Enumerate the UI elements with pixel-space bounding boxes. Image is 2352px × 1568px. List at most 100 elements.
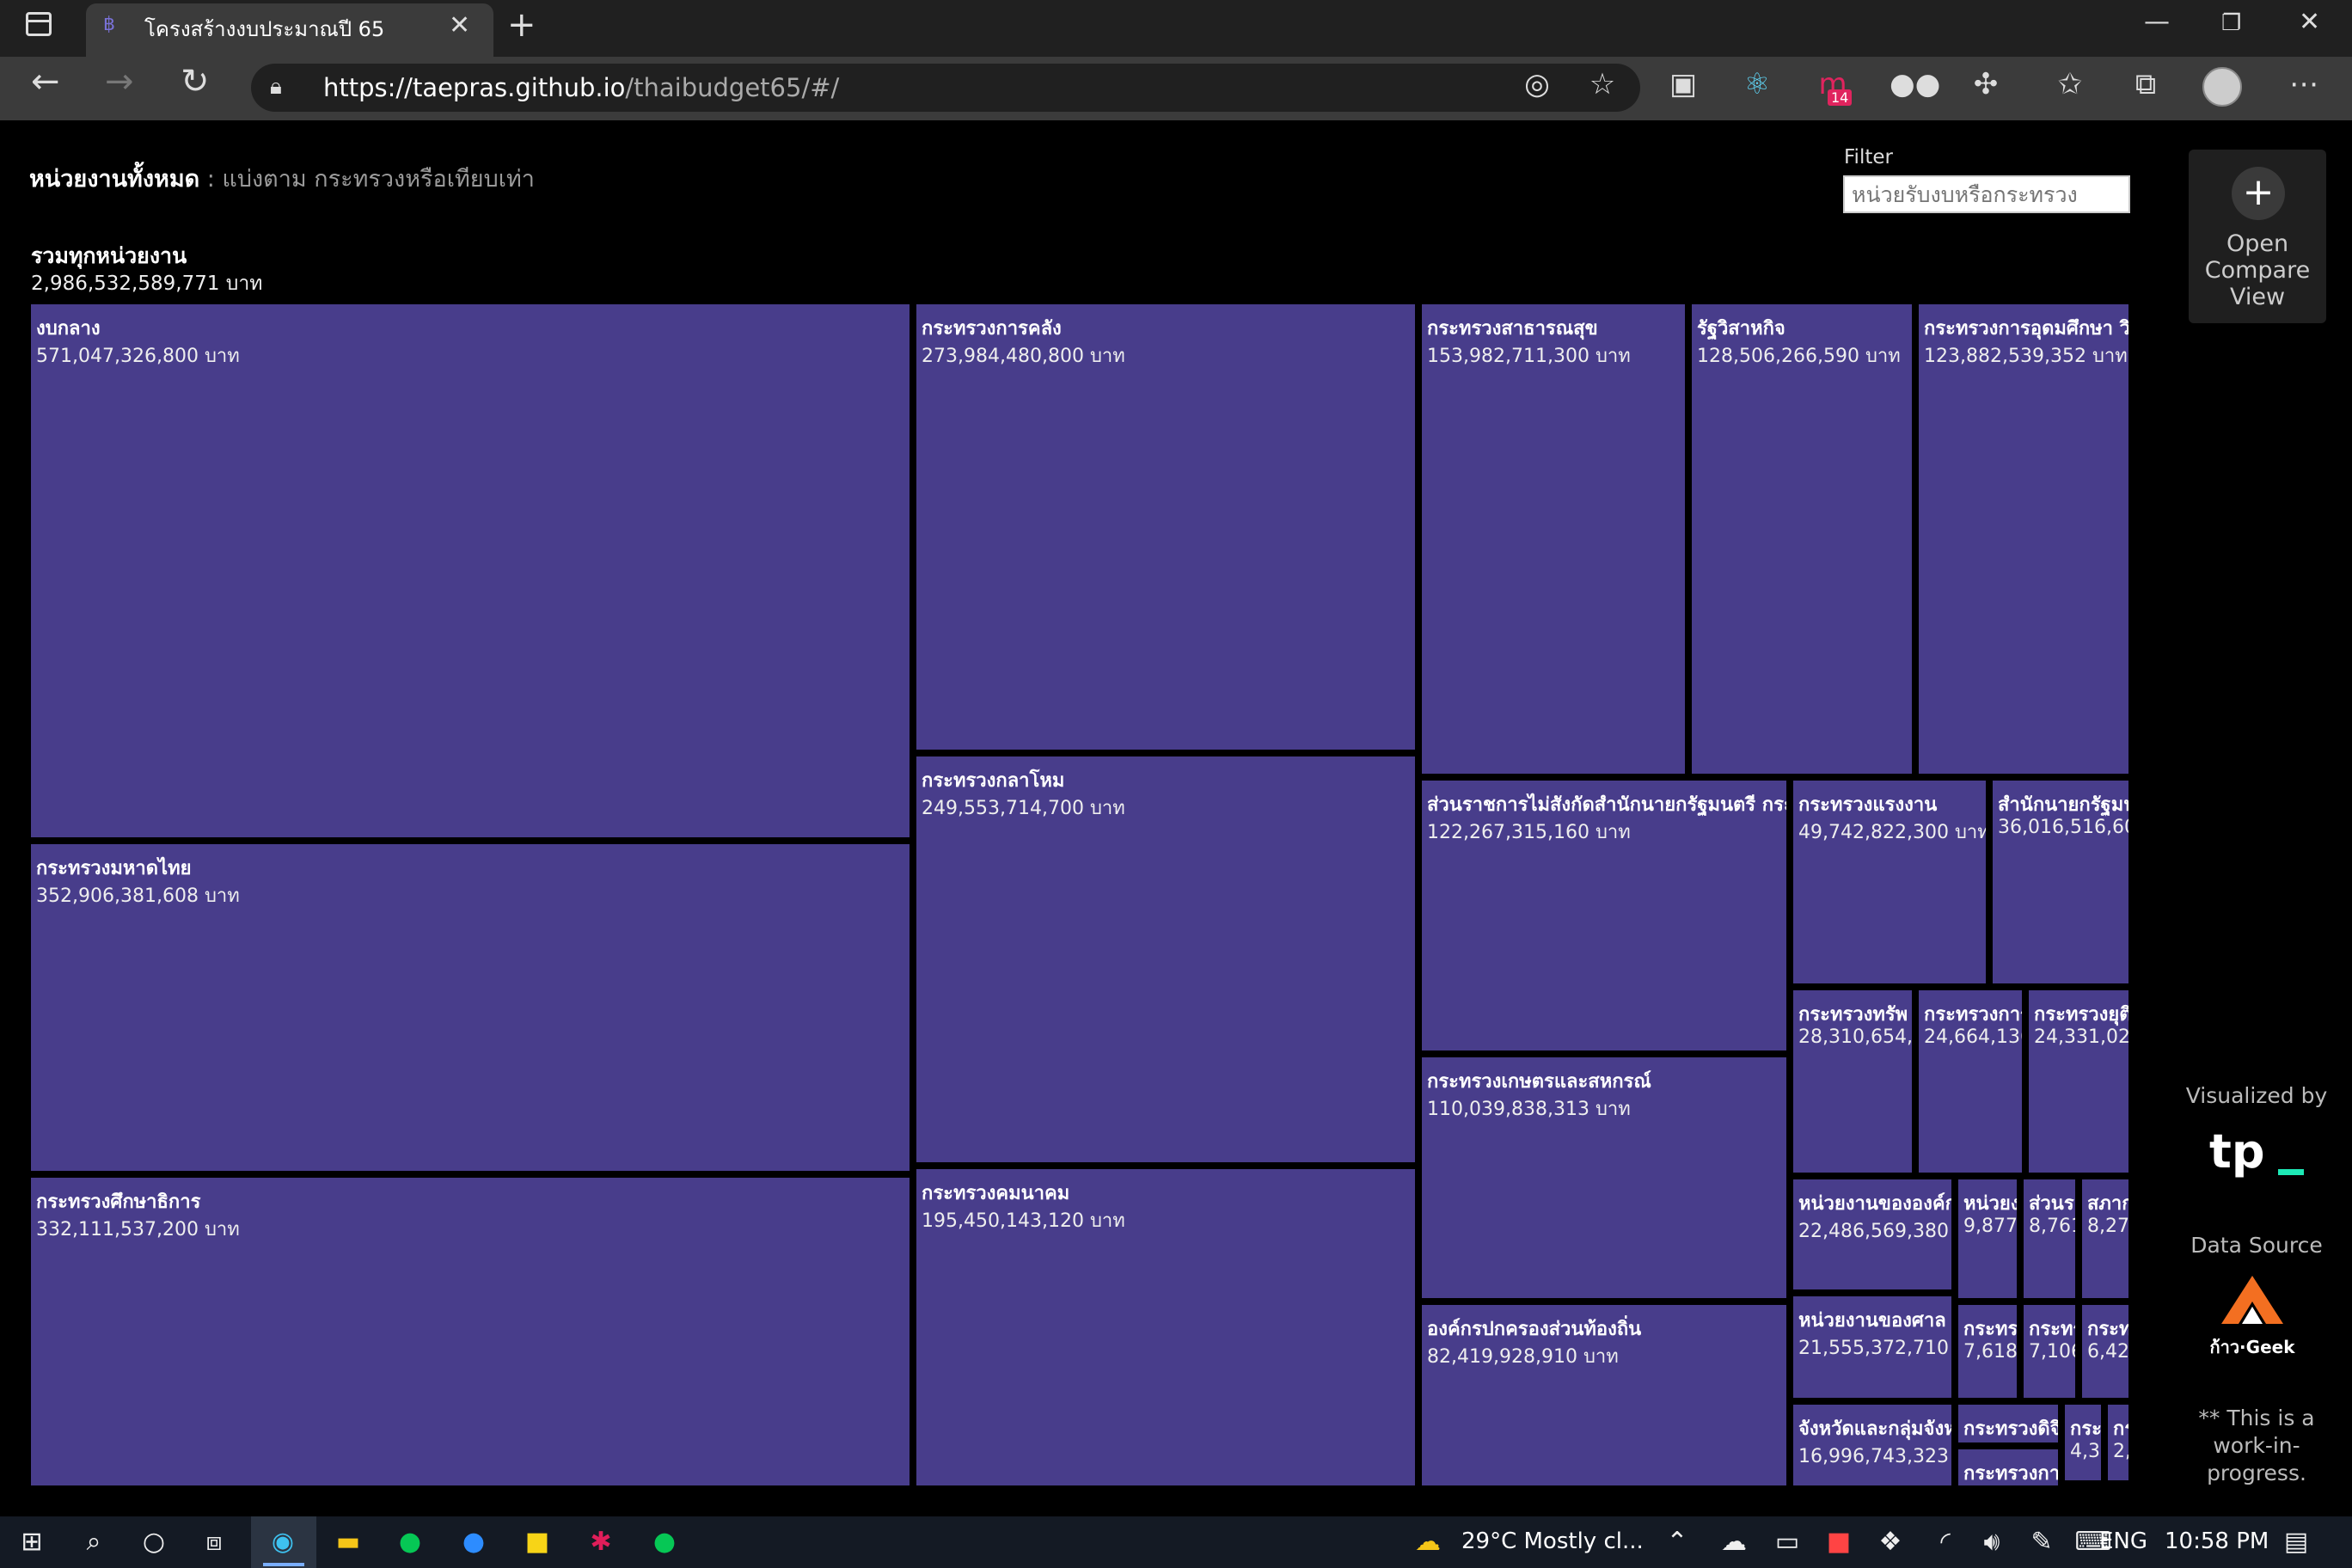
cell-amount: 82,419,928,910 บาท xyxy=(1427,1346,1619,1368)
treemap-cell[interactable]: กระทรวงกา xyxy=(1958,1449,2058,1485)
lock-icon[interactable]: 🔒︎ xyxy=(270,74,282,101)
slack-app-icon[interactable]: ✱ xyxy=(579,1523,622,1561)
restore-icon[interactable]: ❐ xyxy=(2221,10,2241,36)
windows-start-icon[interactable]: ⊞ xyxy=(10,1523,53,1561)
language-indicator[interactable]: ENG xyxy=(2099,1528,2147,1554)
cell-amount: 9,877, xyxy=(1963,1216,2017,1237)
plus-icon[interactable]: + xyxy=(2232,167,2285,220)
onedrive-warning-icon[interactable]: ☁ xyxy=(1712,1523,1755,1561)
treemap-cell[interactable]: ส่วนร8,761 xyxy=(2024,1179,2075,1298)
new-tab-icon[interactable]: + xyxy=(507,5,536,45)
filter-input[interactable] xyxy=(1843,175,2130,213)
treemap-cell[interactable]: หน่วยง9,877, xyxy=(1958,1179,2017,1298)
cell-name: กระทรวงศึกษาธิการ xyxy=(36,1191,201,1213)
active-app-indicator xyxy=(263,1563,304,1566)
cell-name: หน่วยงานของศาล xyxy=(1798,1310,1946,1332)
treemap-cell[interactable]: กระทรวงดิจิ xyxy=(1958,1405,2058,1442)
cell-name: งบกลาง xyxy=(36,318,101,340)
show-hidden-icons-icon[interactable]: ⌃ xyxy=(1656,1523,1699,1561)
wifi-icon[interactable]: ◜ xyxy=(1924,1523,1967,1561)
line-app-icon-2[interactable]: ● xyxy=(643,1523,686,1561)
svg-text:tp: tp xyxy=(2209,1126,2264,1179)
cell-amount: 2,7 xyxy=(2113,1441,2128,1462)
back-icon[interactable]: ← xyxy=(31,62,60,101)
cell-amount: 8,761 xyxy=(2029,1216,2075,1237)
cell-name: องค์กรปกครองส่วนท้องถิ่น xyxy=(1427,1319,1642,1340)
treemap-cell[interactable]: กระทรวงแรงงาน 49,742,822,300 บาท xyxy=(1793,781,1986,983)
treemap-cell[interactable]: กระเ4,38 xyxy=(2065,1405,2101,1480)
treemap-cell[interactable]: กระทรวงศึกษาธิการ 332,111,537,200 บาท xyxy=(31,1178,910,1485)
treemap-cell[interactable]: กระทรวงทรัพ28,310,654,2 xyxy=(1793,990,1912,1173)
minimize-icon[interactable]: — xyxy=(2144,7,2170,37)
add-favorite-icon[interactable]: ☆ xyxy=(1583,67,1621,101)
cell-name: กระทรวงคมนาคม xyxy=(922,1183,1070,1204)
task-view-icon[interactable]: ⧈ xyxy=(193,1523,236,1561)
profile-avatar[interactable] xyxy=(2202,67,2242,107)
window-close-icon[interactable]: ✕ xyxy=(2299,7,2320,37)
refresh-icon[interactable]: ↻ xyxy=(181,62,210,101)
treemap-cell[interactable]: กร2,7 xyxy=(2108,1405,2128,1480)
treemap-cell[interactable]: กระทรวงมหาดไทย 352,906,381,608 บาท xyxy=(31,844,910,1171)
treemap-cell[interactable]: กระทรวงเกษตรและสหกรณ์ 110,039,838,313 บาท xyxy=(1422,1057,1786,1298)
file-explorer-icon[interactable]: ▬ xyxy=(327,1523,370,1561)
treemap-cell[interactable]: กระท6,429 xyxy=(2082,1305,2128,1398)
glasses-extension-icon[interactable]: ●● xyxy=(1890,67,1940,101)
cell-amount: 273,984,480,800 บาท xyxy=(922,346,1125,367)
battery-icon[interactable]: ▭ xyxy=(1766,1523,1809,1561)
sticky-notes-icon[interactable]: ■ xyxy=(516,1523,559,1561)
treemap-cell[interactable]: กระทรวงการ24,664,136, xyxy=(1919,990,2022,1173)
cortana-icon[interactable]: ○ xyxy=(132,1523,175,1561)
treemap-cell[interactable]: สำนักนายกรัฐมน36,016,516,600 xyxy=(1993,781,2128,983)
treemap-cell[interactable]: งบกลาง 571,047,326,800 บาท xyxy=(31,304,910,837)
cell-amount: 22,486,569,380 บ xyxy=(1798,1221,1951,1242)
treemap-cell[interactable]: กระทรวงการคลัง 273,984,480,800 บาท xyxy=(916,304,1415,750)
treemap-cell[interactable]: กระทรวงยุติ24,331,021, xyxy=(2029,990,2128,1173)
treemap-cell[interactable]: จังหวัดและกลุ่มจังห 16,996,743,323 บ xyxy=(1793,1405,1951,1485)
edge-app-icon[interactable]: ◉ xyxy=(261,1523,304,1561)
treemap-cell[interactable]: ส่วนราชการไม่สังกัดสำนักนายกรัฐมนตรี กระ… xyxy=(1422,781,1786,1050)
treemap-cell[interactable]: กระทรวงกลาโหม 249,553,714,700 บาท xyxy=(916,756,1415,1162)
search-icon[interactable]: ⌕ xyxy=(72,1523,115,1561)
close-tab-icon[interactable]: ✕ xyxy=(449,10,470,40)
cell-name: กระทรวงกลาโหม xyxy=(922,770,1065,792)
more-options-icon[interactable]: ⋯ xyxy=(2285,67,2323,101)
notification-app-icon[interactable]: ■ xyxy=(1817,1523,1860,1561)
treemap-cell[interactable]: กระทรวงสาธารณสุข 153,982,711,300 บาท xyxy=(1422,304,1685,774)
weather-icon[interactable]: ☁ xyxy=(1406,1523,1449,1561)
immersive-reader-icon[interactable]: ▣ xyxy=(1664,67,1702,101)
zoom-app-icon[interactable]: ● xyxy=(452,1523,495,1561)
treemap-cell[interactable]: กระทร7,106, xyxy=(2024,1305,2075,1398)
compare-view-label[interactable]: Open Compare View xyxy=(2189,230,2326,310)
volume-icon[interactable]: 🔊︎ xyxy=(1970,1523,2013,1561)
collections-icon[interactable]: ⧉ xyxy=(2127,67,2165,101)
treemap-cell[interactable]: กระทร7,618, xyxy=(1958,1305,2017,1398)
cell-name: สภาก xyxy=(2087,1193,2128,1215)
extensions-puzzle-icon[interactable]: ✣ xyxy=(1967,67,2005,101)
line-app-icon[interactable]: ● xyxy=(389,1523,432,1561)
cell-name: กระทรวงการ xyxy=(1924,1004,2022,1026)
favorites-icon[interactable]: ✩ xyxy=(2051,67,2089,101)
action-center-icon[interactable]: ▤ xyxy=(2275,1523,2318,1561)
dropbox-icon[interactable]: ❖ xyxy=(1869,1523,1912,1561)
cell-name: กระทรวงแรงงาน xyxy=(1798,794,1938,816)
weather-text[interactable]: 29°C Mostly cl... xyxy=(1461,1528,1644,1554)
treemap-cell[interactable]: สภาก8,270 xyxy=(2082,1179,2128,1298)
tp-logo-icon[interactable]: tp xyxy=(2206,1126,2309,1186)
treemap-cell[interactable]: หน่วยงานของศาล 21,555,372,710 บ xyxy=(1793,1296,1951,1398)
pen-icon[interactable]: ✎ xyxy=(2020,1523,2063,1561)
clock[interactable]: 10:58 PM xyxy=(2165,1528,2269,1554)
tracking-prevention-icon[interactable]: ◎ xyxy=(1518,67,1556,101)
treemap-cell[interactable]: กระทรวงคมนาคม 195,450,143,120 บาท xyxy=(916,1169,1415,1485)
react-devtools-icon[interactable]: ⚛ xyxy=(1738,67,1776,101)
treemap-cell[interactable]: กระทรวงการอุดมศึกษา วิ 123,882,539,352 บา… xyxy=(1919,304,2128,774)
forward-icon[interactable]: → xyxy=(105,62,134,101)
treemap-cell[interactable]: องค์กรปกครองส่วนท้องถิ่น 82,419,928,910 บ… xyxy=(1422,1305,1786,1485)
treemap-cell[interactable]: หน่วยงานขององค์ก 22,486,569,380 บ xyxy=(1793,1179,1951,1289)
heading-grouping[interactable]: : แบ่งตาม กระทรวงหรือเทียบเท่า xyxy=(207,166,535,193)
tab-actions-icon[interactable] xyxy=(26,12,52,36)
url-path: /thaibudget65/#/ xyxy=(625,73,840,102)
treemap-cell[interactable]: รัฐวิสาหกิจ 128,506,266,590 บาท xyxy=(1692,304,1912,774)
kaogeek-logo-icon[interactable]: ก้าว·Geek xyxy=(2201,1271,2304,1365)
url-text[interactable]: https://taepras.github.io/thaibudget65/#… xyxy=(323,73,839,102)
svg-text:ก้าว·Geek: ก้าว·Geek xyxy=(2209,1337,2295,1357)
